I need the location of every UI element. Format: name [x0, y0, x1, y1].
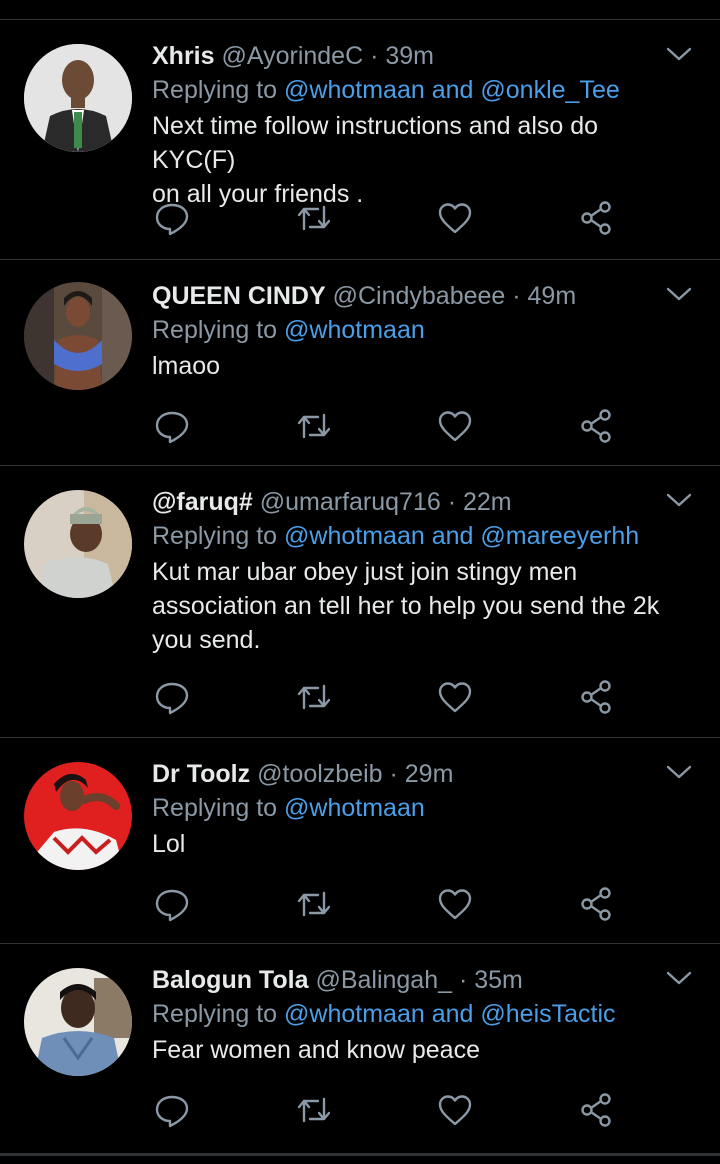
share-icon[interactable] — [576, 406, 616, 446]
chevron-down-icon[interactable] — [666, 46, 692, 62]
replying-to: Replying to @whotmaan and @onkle_Tee — [152, 72, 680, 108]
tweet-text: Next time follow instructions and also d… — [152, 109, 680, 211]
chevron-down-icon[interactable] — [666, 970, 692, 986]
tweet-text: lmaoo — [152, 349, 680, 383]
author-name[interactable]: Xhris — [152, 42, 215, 70]
avatar[interactable] — [24, 282, 132, 390]
replying-to: Replying to @whotmaan and @mareeyerhh — [152, 518, 680, 554]
tweet-actions — [152, 677, 632, 717]
tweet-item[interactable]: QUEEN CINDY @Cindybabeee · 49m Replying … — [0, 260, 720, 466]
mention-link[interactable]: @onkle_Tee — [480, 76, 619, 104]
author-handle[interactable]: @Balingah_ — [315, 966, 452, 994]
replying-prefix: Replying to — [152, 1000, 278, 1028]
share-icon[interactable] — [576, 198, 616, 238]
heart-icon[interactable] — [435, 406, 475, 446]
author-handle[interactable]: @Cindybabeee — [333, 282, 506, 310]
tweet-item[interactable]: Balogun Tola @Balingah_ · 35m Replying t… — [0, 944, 720, 1154]
replying-prefix: Replying to — [152, 76, 278, 104]
chevron-down-icon[interactable] — [666, 286, 692, 302]
tweet-text-line: association an tell her to help you send… — [152, 592, 660, 620]
heart-icon[interactable] — [435, 1090, 475, 1130]
tweet-text-line: Next time follow instructions and also d… — [152, 112, 599, 174]
tweet-text-line: Fear women and know peace — [152, 1036, 480, 1064]
mention-link[interactable]: @heisTactic — [480, 1000, 615, 1028]
replying-prefix: Replying to — [152, 522, 278, 550]
separator-dot: · — [440, 488, 463, 516]
mention-link[interactable]: @whotmaan — [284, 522, 425, 550]
tweet-time: 22m — [462, 488, 512, 516]
reply-icon[interactable] — [152, 1090, 192, 1130]
author-handle[interactable]: @umarfaruq716 — [260, 488, 441, 516]
separator-dot: · — [505, 282, 528, 310]
avatar[interactable] — [24, 968, 132, 1076]
author-name[interactable]: Balogun Tola — [152, 966, 308, 994]
tweet-time: 29m — [404, 760, 454, 788]
retweet-icon[interactable] — [294, 884, 334, 924]
replying-to: Replying to @whotmaan and @heisTactic — [152, 996, 680, 1032]
replying-to: Replying to @whotmaan — [152, 790, 680, 826]
retweet-icon[interactable] — [294, 677, 334, 717]
tweet-text: Kut mar ubar obey just join stingy men a… — [152, 555, 680, 657]
tweet-item[interactable]: Dr Toolz @toolzbeib · 29m Replying to @w… — [0, 738, 720, 944]
retweet-icon[interactable] — [294, 406, 334, 446]
tweet-text-line: you send. — [152, 626, 261, 654]
heart-icon[interactable] — [435, 198, 475, 238]
avatar[interactable] — [24, 762, 132, 870]
separator-dot: · — [363, 42, 386, 70]
separator-dot: · — [382, 760, 405, 788]
tweet-time: 49m — [527, 282, 577, 310]
chevron-down-icon[interactable] — [666, 764, 692, 780]
tweet-actions — [152, 198, 632, 238]
share-icon[interactable] — [576, 1090, 616, 1130]
mention-link[interactable]: @whotmaan — [284, 316, 425, 344]
tweet-item[interactable]: @faruq# @umarfaruq716 · 22m Replying to … — [0, 466, 720, 738]
tweet-time: 35m — [474, 966, 523, 994]
tweet-text: Lol — [152, 827, 680, 861]
retweet-icon[interactable] — [294, 1090, 334, 1130]
chevron-down-icon[interactable] — [666, 492, 692, 508]
bottom-divider — [0, 1154, 720, 1156]
tweet-time: 39m — [385, 42, 434, 70]
share-icon[interactable] — [576, 677, 616, 717]
tweet-text: Fear women and know peace — [152, 1033, 680, 1067]
mention-link[interactable]: @mareeyerhh — [480, 522, 639, 550]
separator-dot: · — [452, 966, 475, 994]
author-name[interactable]: QUEEN CINDY — [152, 282, 326, 310]
and-word: and — [431, 522, 474, 550]
reply-icon[interactable] — [152, 884, 192, 924]
author-handle[interactable]: @toolzbeib — [257, 760, 382, 788]
retweet-icon[interactable] — [294, 198, 334, 238]
author-name[interactable]: Dr Toolz — [152, 760, 250, 788]
and-word: and — [431, 76, 474, 104]
mention-link[interactable]: @whotmaan — [284, 76, 425, 104]
tweet-text-line: Kut mar ubar obey just join stingy men — [152, 558, 578, 586]
replying-to: Replying to @whotmaan — [152, 312, 680, 348]
mention-link[interactable]: @whotmaan — [284, 1000, 425, 1028]
replying-prefix: Replying to — [152, 794, 278, 822]
tweet-actions — [152, 884, 632, 924]
reply-icon[interactable] — [152, 406, 192, 446]
avatar[interactable] — [24, 490, 132, 598]
author-handle[interactable]: @AyorindeC — [221, 42, 363, 70]
mention-link[interactable]: @whotmaan — [284, 794, 425, 822]
tweet-text-line: Lol — [152, 830, 186, 858]
tweet-actions — [152, 406, 632, 446]
tweet-text-line: lmaoo — [152, 352, 221, 380]
share-icon[interactable] — [576, 884, 616, 924]
heart-icon[interactable] — [435, 677, 475, 717]
author-name[interactable]: @faruq# — [152, 488, 253, 516]
tweet-item[interactable]: Xhris @AyorindeC · 39m Replying to @whot… — [0, 20, 720, 260]
tweet-actions — [152, 1090, 632, 1130]
avatar[interactable] — [24, 44, 132, 152]
reply-icon[interactable] — [152, 198, 192, 238]
replying-prefix: Replying to — [152, 316, 278, 344]
and-word: and — [431, 1000, 474, 1028]
heart-icon[interactable] — [435, 884, 475, 924]
reply-icon[interactable] — [152, 677, 192, 717]
